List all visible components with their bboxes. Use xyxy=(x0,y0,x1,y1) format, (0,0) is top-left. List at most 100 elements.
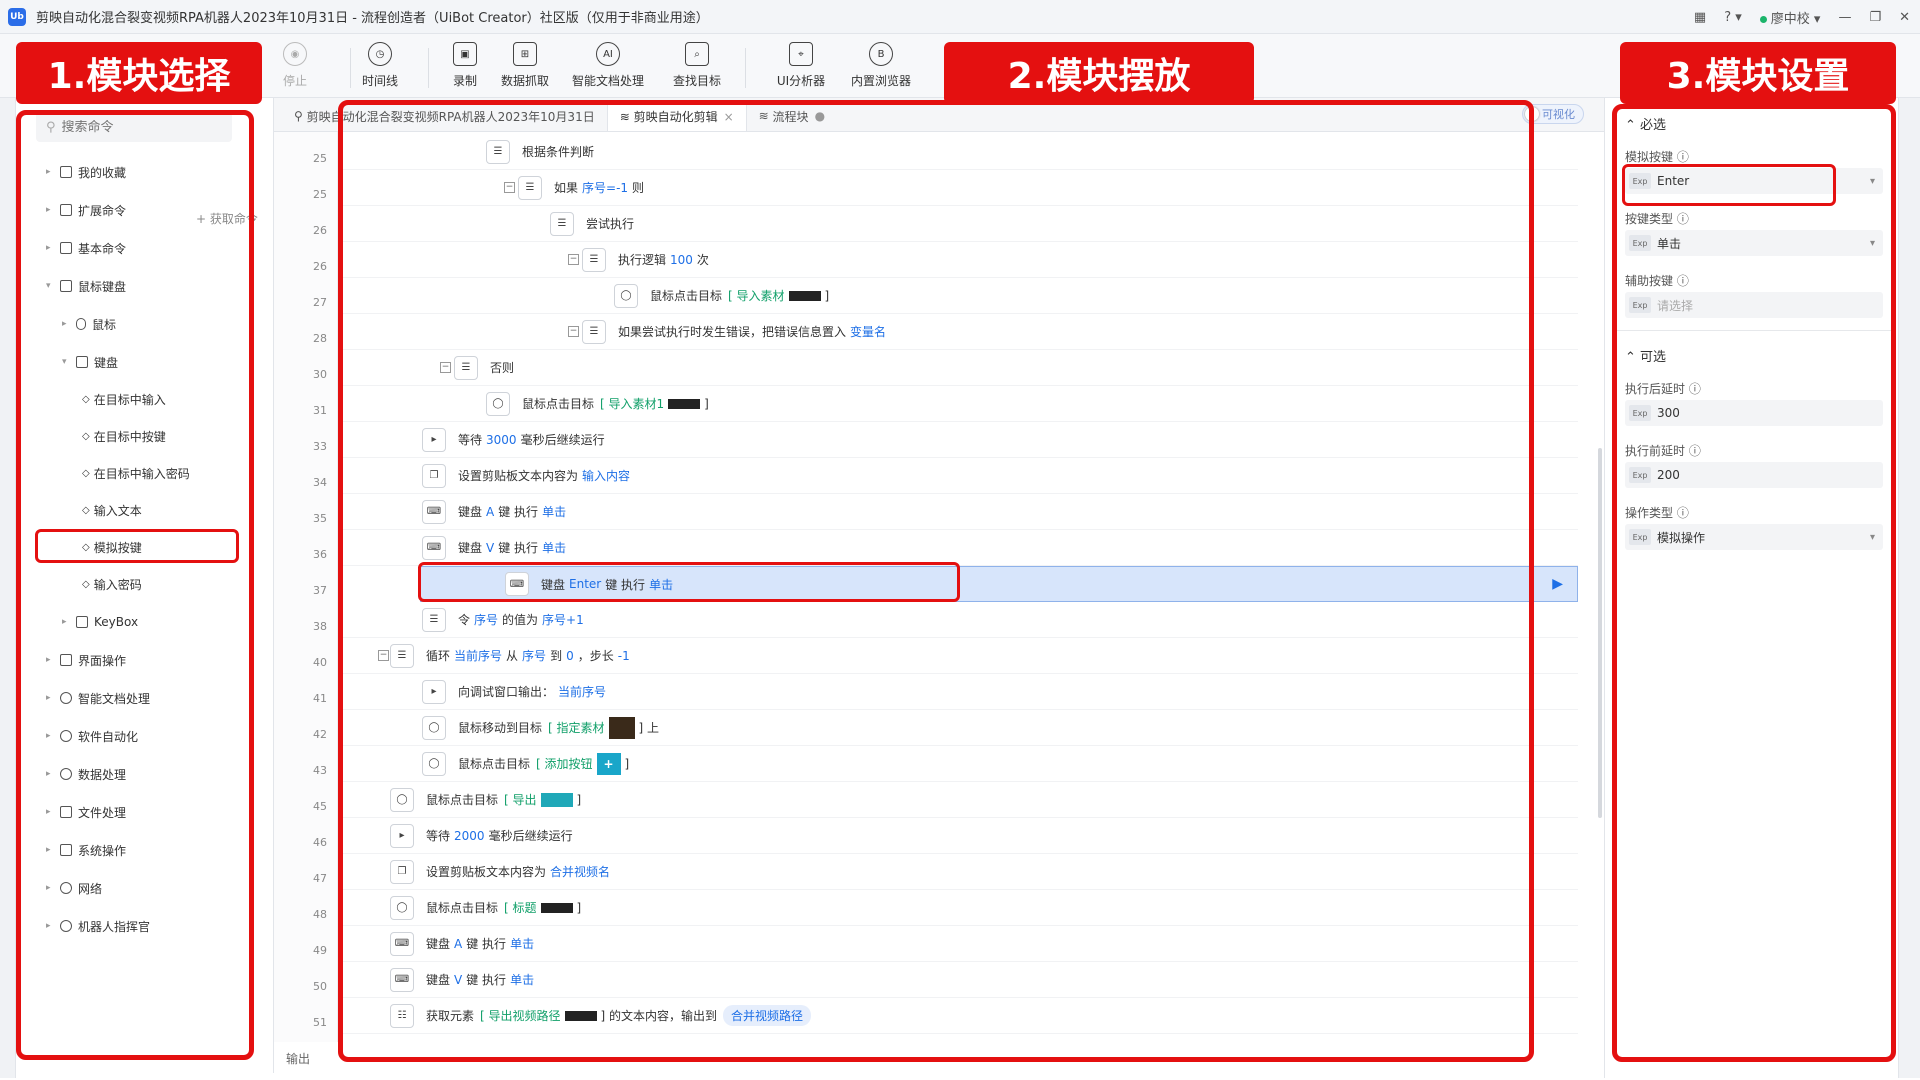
tree-keyboard[interactable]: ▾ 键盘 xyxy=(62,351,118,373)
optional-section-header[interactable]: ⌃ 可选 xyxy=(1625,346,1666,365)
tab-flow-block[interactable]: ≋ 流程块 ● xyxy=(747,101,837,131)
row-text: 等待 xyxy=(426,829,451,843)
help-icon[interactable]: ? ▾ xyxy=(1724,10,1742,25)
smart-doc-button[interactable]: AI 智能文档处理 xyxy=(563,42,653,89)
flow-row[interactable]: ❐ 设置剪贴板文本内容为 合并视频名 xyxy=(338,854,1578,890)
flow-row[interactable]: − ☰ 执行逻辑 100 次 xyxy=(338,242,1578,278)
tree-basic[interactable]: ▸ 基本命令 xyxy=(46,237,126,259)
collapse-icon[interactable]: − xyxy=(378,650,389,661)
delay-after-input[interactable]: Exp 300 xyxy=(1625,400,1883,426)
key-type-select[interactable]: Exp 单击 ▾ xyxy=(1625,230,1883,256)
collapse-icon[interactable]: − xyxy=(504,182,515,193)
restore-button[interactable]: ❐ xyxy=(1869,10,1881,25)
layout-icon[interactable]: ▦ xyxy=(1694,10,1706,25)
search-input[interactable] xyxy=(61,119,212,135)
target-thumbnail xyxy=(564,1010,597,1021)
flow-row[interactable]: ☰ 令序号 的值为 序号+1 xyxy=(338,602,1578,638)
ui-analyzer-button[interactable]: ⌖ UI分析器 xyxy=(756,42,846,89)
flow-row[interactable]: ▸ 等待 3000 毫秒后继续运行 xyxy=(338,422,1578,458)
user-menu[interactable]: 廖中校 ▾ xyxy=(1759,8,1820,27)
exp-toggle[interactable]: Exp xyxy=(1629,235,1651,251)
flow-row[interactable]: − ☰ 循环 当前序号从序号到 0 ，步长 -1 xyxy=(338,638,1578,674)
exp-toggle[interactable]: Exp xyxy=(1629,297,1651,313)
timeline-button[interactable]: ◷ 时间线 xyxy=(335,42,425,89)
aux-key-select[interactable]: Exp 请选择 xyxy=(1625,292,1883,318)
collapse-icon[interactable]: − xyxy=(568,254,579,265)
run-line-icon[interactable]: ▶ xyxy=(1552,576,1563,592)
exp-toggle[interactable]: Exp xyxy=(1629,467,1651,483)
flow-row[interactable]: ◯ 鼠标移动到目标 [ 指定素材] 上 xyxy=(338,710,1578,746)
flow-row[interactable]: − ☰ 否则 xyxy=(338,350,1578,386)
row-text: 键 执行 xyxy=(466,973,507,987)
visualize-toggle[interactable]: 可视化 xyxy=(1522,104,1584,124)
tab-auto-edit[interactable]: ≋ 剪映自动化剪辑 × xyxy=(606,101,747,131)
tree-file-processing[interactable]: ▸ 文件处理 xyxy=(46,801,126,823)
online-status-icon xyxy=(1759,15,1767,23)
collapse-icon[interactable]: − xyxy=(440,362,451,373)
tree-mouse-keyboard[interactable]: ▾ 鼠标键盘 xyxy=(46,275,126,297)
close-tab-icon[interactable]: × xyxy=(724,110,734,124)
exp-toggle[interactable]: Exp xyxy=(1629,529,1651,545)
fetch-command-link[interactable]: + 获取命令 xyxy=(196,210,258,227)
cmd-input-text[interactable]: ◇ 输入文本 xyxy=(82,499,142,521)
flow-row[interactable]: ◯ 鼠标点击目标 [ 标题] xyxy=(338,890,1578,926)
tab-main-flow[interactable]: ⚲ 剪映自动化混合裂变视频RPA机器人2023年10月31日 xyxy=(282,101,607,131)
flow-row[interactable]: − ☰ 如果尝试执行时发生错误，把错误信息置入 变量名 xyxy=(338,314,1578,350)
builtin-browser-button[interactable]: B 内置浏览器 xyxy=(836,42,926,89)
tree-extensions[interactable]: ▸ 扩展命令 xyxy=(46,199,126,221)
flow-row[interactable]: ◯ 鼠标点击目标 [ 导入素材1] xyxy=(338,386,1578,422)
tree-keybox[interactable]: ▸ KeyBox xyxy=(62,611,138,633)
flow-row[interactable]: ⌨ 键盘 A 键 执行 单击 xyxy=(338,926,1578,962)
row-var: 输入内容 xyxy=(582,469,631,483)
tree-favorites[interactable]: ▸ 我的收藏 xyxy=(46,161,126,183)
flow-row[interactable]: − ☰ 如果 序号=-1 则 xyxy=(338,170,1578,206)
tree-software-auto[interactable]: ▸ 软件自动化 xyxy=(46,725,138,747)
minimize-button[interactable]: — xyxy=(1838,10,1851,25)
flow-row[interactable]: ⌨ 键盘 V 键 执行 单击 xyxy=(338,530,1578,566)
tree-robot-commander[interactable]: ▸ 机器人指挥官 xyxy=(46,915,150,937)
cmd-password-in-target[interactable]: ◇ 在目标中输入密码 xyxy=(82,462,190,484)
flow-row[interactable]: ◯ 鼠标点击目标 [ 添加按钮 +] xyxy=(338,746,1578,782)
tree-label: 数据处理 xyxy=(78,767,127,782)
tree-label: 在目标中输入密码 xyxy=(93,466,190,481)
find-target-button[interactable]: ⌕ 查找目标 xyxy=(652,42,742,89)
cmd-input-password[interactable]: ◇ 输入密码 xyxy=(82,573,142,595)
required-section-header[interactable]: ⌃ 必选 xyxy=(1625,114,1666,133)
flow-row[interactable]: ☰ 根据条件判断 xyxy=(338,134,1578,170)
output-panel-label[interactable]: 输出 xyxy=(286,1050,310,1067)
ai-icon: AI xyxy=(596,42,620,66)
cmd-key-in-target[interactable]: ◇ 在目标中按键 xyxy=(82,425,166,447)
flow-row[interactable]: ▸ 向调试窗口输出： 当前序号 xyxy=(338,674,1578,710)
collapse-icon[interactable]: − xyxy=(568,326,579,337)
flow-row[interactable]: ☷ 获取元素 [ 导出视频路径] 的文本内容，输出到 合并视频路径 xyxy=(338,998,1578,1034)
fetch-command-label: 获取命令 xyxy=(209,212,258,226)
tree-system-ops[interactable]: ▸ 系统操作 xyxy=(46,839,126,861)
exp-toggle[interactable]: Exp xyxy=(1629,405,1651,421)
flow-row[interactable]: ☰ 尝试执行 xyxy=(338,206,1578,242)
cmd-input-in-target[interactable]: ◇ 在目标中输入 xyxy=(82,388,166,410)
field-value: Enter xyxy=(1657,174,1690,188)
flow-row[interactable]: ❐ 设置剪贴板文本内容为 输入内容 xyxy=(338,458,1578,494)
tree-smart-doc[interactable]: ▸ 智能文档处理 xyxy=(46,687,150,709)
command-search[interactable]: ⚲ xyxy=(36,112,232,142)
stop-button[interactable]: ◉ 停止 xyxy=(250,42,340,89)
flow-icon: ⚲ xyxy=(294,109,307,123)
delay-before-input[interactable]: Exp 200 xyxy=(1625,462,1883,488)
tree-ui-ops[interactable]: ▸ 界面操作 xyxy=(46,649,126,671)
close-button[interactable]: ✕ xyxy=(1899,10,1910,25)
key-select[interactable]: Exp Enter ▾ xyxy=(1625,168,1883,194)
exp-toggle[interactable]: Exp xyxy=(1629,173,1651,189)
flow-row[interactable]: ⌨ 键盘 V 键 执行 单击 xyxy=(338,962,1578,998)
flow-row[interactable]: ◯ 鼠标点击目标 [ 导出] xyxy=(338,782,1578,818)
flow-row-selected[interactable]: ⌨ 键盘 Enter 键 执行 单击 ▶ xyxy=(420,566,1578,602)
tree-mouse[interactable]: ▸ 鼠标 xyxy=(62,313,116,335)
flow-row[interactable]: ▸ 等待 2000 毫秒后继续运行 xyxy=(338,818,1578,854)
vertical-scrollbar[interactable] xyxy=(1598,448,1602,818)
data-scrape-button[interactable]: ⊞ 数据抓取 xyxy=(480,42,570,89)
flow-row[interactable]: ◯ 鼠标点击目标 [ 导入素材] xyxy=(338,278,1578,314)
flow-row[interactable]: ⌨ 键盘 A 键 执行 单击 xyxy=(338,494,1578,530)
operation-type-select[interactable]: Exp 模拟操作 ▾ xyxy=(1625,524,1883,550)
tree-data-processing[interactable]: ▸ 数据处理 xyxy=(46,763,126,785)
cmd-simulate-key[interactable]: ◇ 模拟按键 xyxy=(82,536,142,558)
tree-network[interactable]: ▸ 网络 xyxy=(46,877,102,899)
